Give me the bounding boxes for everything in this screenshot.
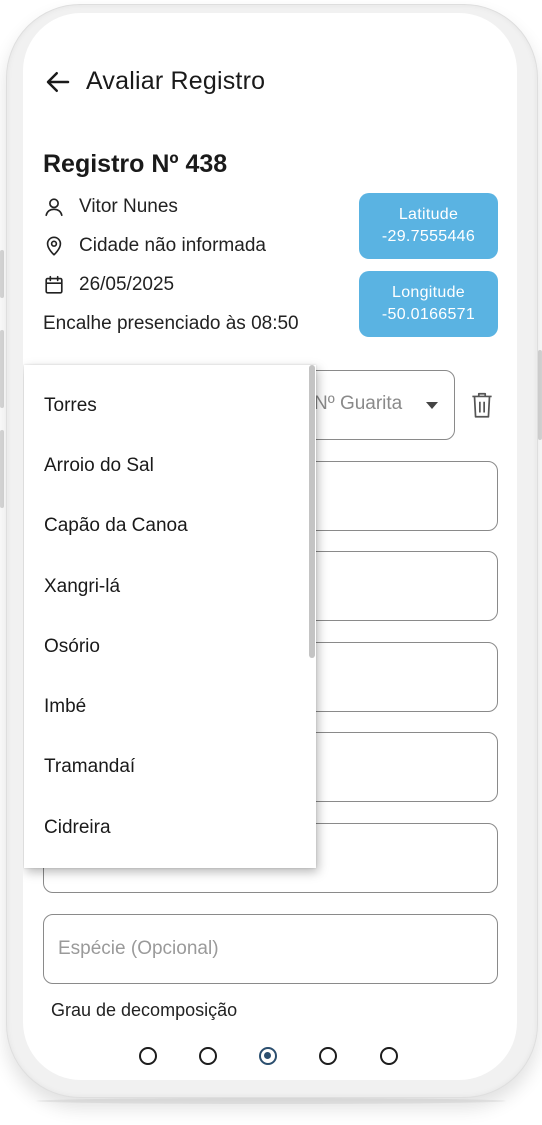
record-city: Cidade não informada: [79, 235, 266, 256]
phone-side-button: [0, 330, 4, 408]
record-date: 26/05/2025: [79, 274, 175, 295]
record-city-row: Cidade não informada: [43, 235, 266, 257]
record-user: Vitor Nunes: [79, 196, 178, 217]
record-note: Encalhe presenciado às 08:50: [43, 313, 299, 334]
dropdown-item-tramandai[interactable]: Tramandaí: [44, 737, 135, 797]
record-title: Registro Nº 438: [43, 150, 228, 178]
decomposition-label: Grau de decomposição: [51, 1000, 238, 1020]
longitude-badge: Longitude -50.0166571: [359, 271, 498, 337]
decomposition-radio-5[interactable]: [380, 1047, 398, 1065]
phone-side-button: [0, 250, 4, 298]
decomposition-radio-1[interactable]: [139, 1047, 157, 1065]
record-date-row: 26/05/2025: [43, 274, 174, 296]
decomposition-radio-3[interactable]: [259, 1047, 277, 1065]
location-pin-icon: [46, 236, 62, 256]
page-title: Avaliar Registro: [86, 67, 266, 95]
user-icon: [45, 198, 63, 217]
especie-input[interactable]: Espécie (Opcional): [43, 914, 498, 984]
dropdown-item-cidreira[interactable]: Cidreira: [44, 798, 111, 858]
arrow-left-icon[interactable]: [43, 67, 73, 97]
latitude-badge: Latitude -29.7555446: [359, 193, 498, 259]
dropdown-item-imbe[interactable]: Imbé: [44, 677, 86, 737]
dropdown-item-arroio-do-sal[interactable]: Arroio do Sal: [44, 436, 154, 496]
decomposition-radio-4[interactable]: [319, 1047, 337, 1065]
caret-down-icon: [426, 402, 438, 409]
latitude-label: Latitude: [398, 206, 459, 223]
phone-side-button: [538, 350, 542, 440]
dropdown-scrollbar[interactable]: [309, 365, 315, 658]
dropdown-item-xangri-la[interactable]: Xangri-lá: [44, 557, 120, 617]
longitude-value: -50.0166571: [381, 306, 476, 323]
dropdown-item-torres[interactable]: Torres: [44, 376, 97, 436]
record-user-row: Vitor Nunes: [43, 196, 178, 218]
calendar-icon: [45, 275, 63, 294]
decomposition-radio-2[interactable]: [199, 1047, 217, 1065]
phone-shadow: [36, 1098, 506, 1104]
guarita-placeholder: Nº Guarita: [314, 393, 403, 414]
phone-side-button: [0, 430, 4, 508]
city-dropdown-menu: Torres Arroio do Sal Capão da Canoa Xang…: [24, 365, 316, 868]
longitude-label: Longitude: [392, 284, 465, 301]
latitude-value: -29.7555446: [381, 228, 476, 245]
app-screen: Avaliar Registro Registro Nº 438 Vitor N…: [23, 13, 517, 1080]
dropdown-item-osorio[interactable]: Osório: [44, 617, 100, 677]
dropdown-item-capao-da-canoa[interactable]: Capão da Canoa: [44, 496, 188, 556]
trash-icon[interactable]: [469, 390, 495, 420]
especie-placeholder: Espécie (Opcional): [58, 938, 219, 959]
